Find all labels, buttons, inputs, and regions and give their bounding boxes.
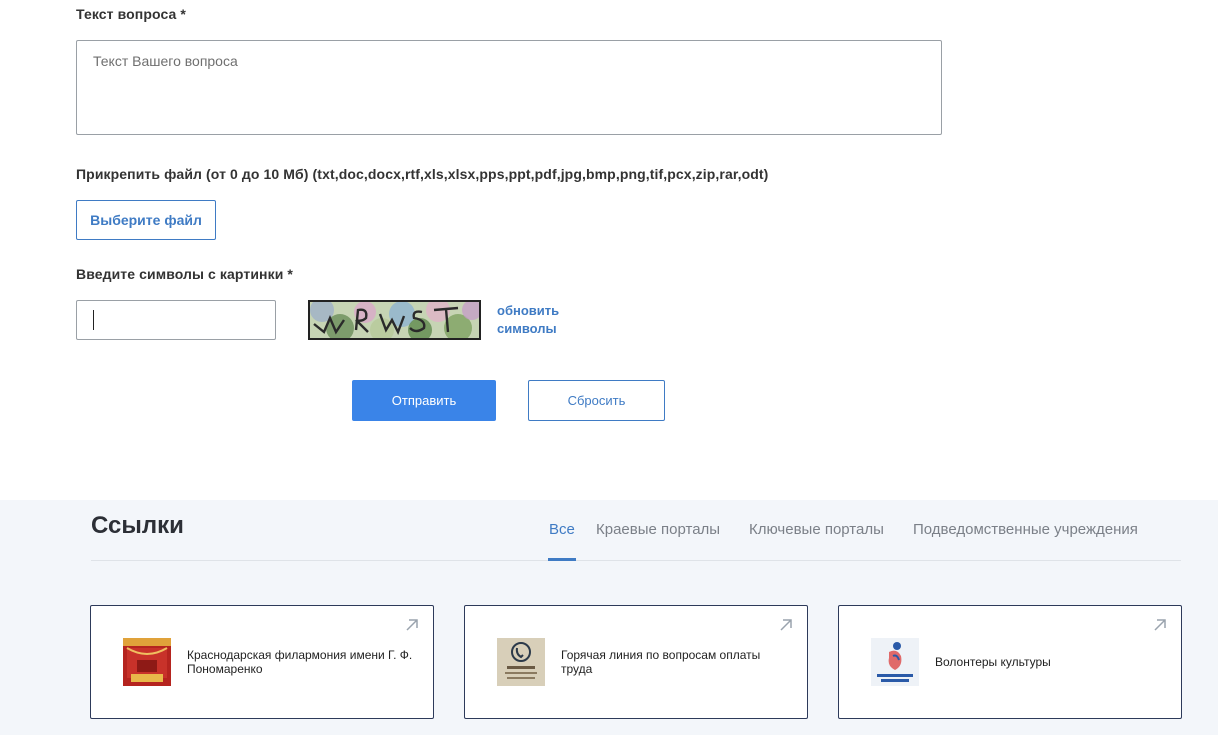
text-caret (93, 310, 94, 330)
philharmonic-logo-icon (123, 638, 171, 686)
tab-key-portals[interactable]: Ключевые порталы (749, 521, 884, 538)
refresh-captcha-link[interactable]: обновить символы (497, 302, 587, 338)
link-card-title: Краснодарская филармония имени Г. Ф. Пон… (187, 648, 413, 676)
tab-regional-portals[interactable]: Краевые порталы (596, 521, 720, 538)
link-card-hotline[interactable]: Горячая линия по вопросам оплаты труда (464, 605, 808, 719)
question-label: Текст вопроса * (76, 6, 186, 22)
links-section: Ссылки Все Краевые порталы Ключевые порт… (0, 500, 1218, 735)
question-placeholder: Текст Вашего вопроса (93, 53, 238, 69)
tab-subordinate-institutions[interactable]: Подведомственные учреждения (913, 521, 1138, 538)
links-title: Ссылки (91, 512, 184, 539)
refresh-line-1: обновить (497, 303, 560, 318)
link-card-title: Волонтеры культуры (935, 655, 1051, 669)
tabs-divider (91, 560, 1181, 561)
captcha-label: Введите символы с картинки * (76, 266, 293, 282)
submit-button[interactable]: Отправить (352, 380, 496, 421)
attach-file-label: Прикрепить файл (от 0 до 10 Мб) (txt,doc… (76, 166, 769, 182)
tab-all[interactable]: Все (549, 521, 575, 538)
link-card-volunteers[interactable]: Волонтеры культуры (838, 605, 1182, 719)
link-card-title: Горячая линия по вопросам оплаты труда (561, 648, 761, 676)
captcha-input[interactable] (76, 300, 276, 340)
hotline-phone-icon (497, 638, 545, 686)
question-textarea[interactable]: Текст Вашего вопроса (76, 40, 942, 135)
active-tab-indicator (548, 558, 576, 561)
reset-button[interactable]: Сбросить (528, 380, 665, 421)
choose-file-button[interactable]: Выберите файл (76, 200, 216, 240)
question-form: Текст вопроса * Текст Вашего вопроса При… (0, 0, 1218, 500)
refresh-line-2: символы (497, 321, 557, 336)
captcha-noise-graphic (310, 302, 479, 338)
volunteers-logo-icon (871, 638, 919, 686)
link-card-philharmonic[interactable]: Краснодарская филармония имени Г. Ф. Пон… (90, 605, 434, 719)
captcha-image (308, 300, 481, 340)
